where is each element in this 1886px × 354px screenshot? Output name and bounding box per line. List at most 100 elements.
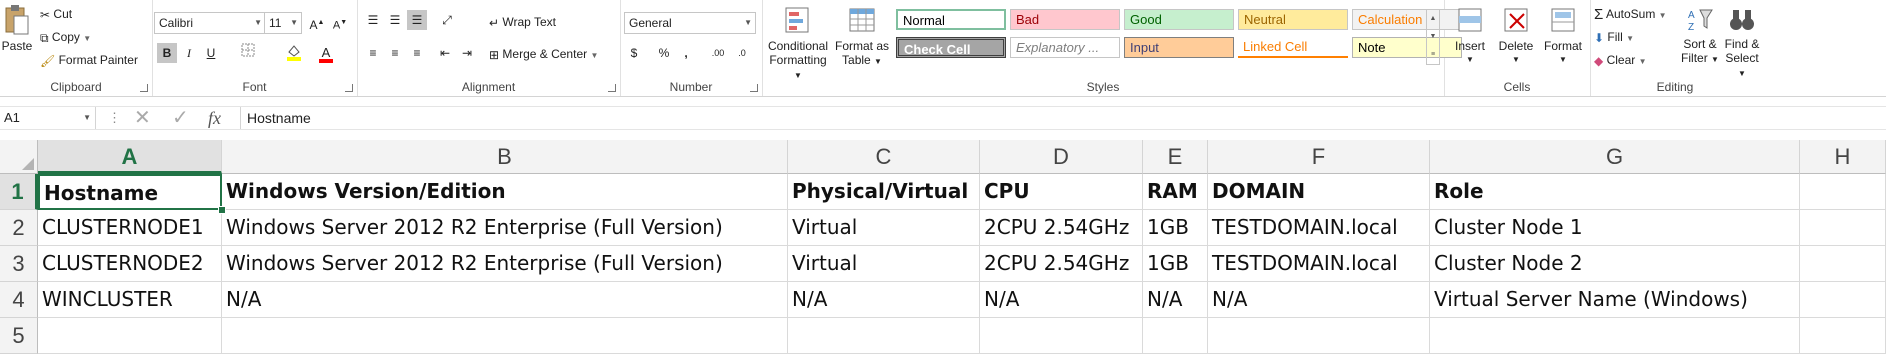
sort-filter-button[interactable]: AZ Sort & Filter ▼ [1680,6,1720,67]
number-dialog-launcher[interactable] [750,84,758,92]
align-left-button[interactable]: ≡ [363,43,383,63]
cell-h2[interactable] [1800,210,1886,246]
format-button[interactable]: Format ▼ [1540,6,1586,67]
font-dialog-launcher[interactable] [345,84,353,92]
cell-e5[interactable] [1143,318,1208,354]
cell-a5[interactable] [38,318,222,354]
bottom-align-button[interactable]: ☰ [407,10,427,30]
cell-f3[interactable]: TESTDOMAIN.local [1208,246,1430,282]
cell-a4[interactable]: WINCLUSTER [38,282,222,318]
cancel-entry-icon[interactable]: ✕ [134,107,151,129]
column-header-c[interactable]: C [788,140,980,174]
percent-style-button[interactable]: % [654,43,674,63]
column-header-f[interactable]: F [1208,140,1430,174]
cell-b4[interactable]: N/A [222,282,788,318]
font-size-select[interactable]: 11 ▼ [264,12,302,34]
cell-b3[interactable]: Windows Server 2012 R2 Enterprise (Full … [222,246,788,282]
number-format-select[interactable]: General ▼ [624,12,756,34]
orientation-button[interactable]: ⤢ [437,10,457,30]
row-header-4[interactable]: 4 [0,282,38,318]
column-header-e[interactable]: E [1143,140,1208,174]
cell-g4[interactable]: Virtual Server Name (Windows) [1430,282,1800,318]
cell-a2[interactable]: CLUSTERNODE1 [38,210,222,246]
align-right-button[interactable]: ≡ [407,43,427,63]
middle-align-button[interactable]: ☰ [385,10,405,30]
format-as-table-button[interactable]: Format as Table ▼ [834,6,890,69]
comma-style-button[interactable]: , [676,43,696,63]
decrease-indent-button[interactable]: ⇤ [435,43,455,63]
cell-d4[interactable]: N/A [980,282,1143,318]
increase-indent-button[interactable]: ⇥ [457,43,477,63]
find-select-button[interactable]: Find & Select ▼ [1722,6,1762,81]
shrink-font-button[interactable]: A▼ [330,13,350,33]
cell-g5[interactable] [1430,318,1800,354]
cell-a1[interactable]: Hostname [38,174,222,210]
select-all-corner[interactable] [0,140,38,174]
cell-a3[interactable]: CLUSTERNODE2 [38,246,222,282]
cell-f5[interactable] [1208,318,1430,354]
conditional-formatting-button[interactable]: Conditional Formatting ▼ [766,6,830,83]
cell-d3[interactable]: 2CPU 2.54GHz [980,246,1143,282]
insert-button[interactable]: Insert ▼ [1448,6,1492,67]
cell-c2[interactable]: Virtual [788,210,980,246]
cell-h4[interactable] [1800,282,1886,318]
cell-style-normal[interactable]: Normal [896,9,1006,30]
cell-b5[interactable] [222,318,788,354]
font-color-button[interactable]: A [316,43,336,63]
accounting-format-button[interactable]: $ [624,43,644,63]
top-align-button[interactable]: ☰ [363,10,383,30]
gallery-scroll[interactable]: ▲ ▼ ≡ [1426,9,1440,65]
row-header-1[interactable]: 1 [0,174,38,210]
align-center-button[interactable]: ≡ [385,43,405,63]
cell-f2[interactable]: TESTDOMAIN.local [1208,210,1430,246]
column-header-h[interactable]: H [1800,140,1886,174]
insert-function-button[interactable]: fx [208,107,221,129]
copy-button[interactable]: ⧉ Copy ▼ [40,29,91,47]
enter-entry-icon[interactable]: ✓ [172,107,189,129]
paste-button[interactable]: Paste [0,4,34,53]
cell-d2[interactable]: 2CPU 2.54GHz [980,210,1143,246]
grow-font-button[interactable]: A▲ [307,13,327,33]
row-header-5[interactable]: 5 [0,318,38,354]
row-header-2[interactable]: 2 [0,210,38,246]
wrap-text-button[interactable]: ↵ Wrap Text [489,14,556,31]
cell-f1[interactable]: DOMAIN [1208,174,1430,210]
fill-color-button[interactable] [284,43,304,63]
format-painter-button[interactable]: 🖌 Format Painter [40,52,138,69]
cell-e3[interactable]: 1GB [1143,246,1208,282]
name-box[interactable]: A1 ▼ [0,107,96,129]
cell-style-linked-cell[interactable]: Linked Cell [1238,37,1348,58]
cell-h5[interactable] [1800,318,1886,354]
cell-b1[interactable]: Windows Version/Edition [222,174,788,210]
cell-c3[interactable]: Virtual [788,246,980,282]
row-header-3[interactable]: 3 [0,246,38,282]
alignment-dialog-launcher[interactable] [608,84,616,92]
cell-style-input[interactable]: Input [1124,37,1234,58]
column-header-g[interactable]: G [1430,140,1800,174]
cell-style-explanatory[interactable]: Explanatory ... [1010,37,1120,58]
formula-input[interactable]: Hostname [240,107,1886,129]
italic-button[interactable]: I [179,43,199,63]
cell-c5[interactable] [788,318,980,354]
merge-center-button[interactable]: ⊞ Merge & Center ▼ [489,46,598,64]
borders-button[interactable] [238,43,258,63]
cell-g1[interactable]: Role [1430,174,1800,210]
cell-b2[interactable]: Windows Server 2012 R2 Enterprise (Full … [222,210,788,246]
autosum-button[interactable]: Σ AutoSum ▼ [1594,6,1667,24]
column-header-a[interactable]: A [38,140,222,174]
delete-button[interactable]: Delete ▼ [1494,6,1538,67]
cell-d1[interactable]: CPU [980,174,1143,210]
column-header-b[interactable]: B [222,140,788,174]
cell-style-neutral[interactable]: Neutral [1238,9,1348,30]
cell-d5[interactable] [980,318,1143,354]
cell-e2[interactable]: 1GB [1143,210,1208,246]
cell-style-check-cell[interactable]: Check Cell [896,37,1006,58]
cell-g2[interactable]: Cluster Node 1 [1430,210,1800,246]
cut-button[interactable]: ✂ Cut [40,6,72,23]
clipboard-dialog-launcher[interactable] [140,84,148,92]
cell-g3[interactable]: Cluster Node 2 [1430,246,1800,282]
fill-button[interactable]: ⬇ Fill ▼ [1594,29,1634,47]
cell-c1[interactable]: Physical/Virtual [788,174,980,210]
bold-button[interactable]: B [157,43,177,63]
decrease-decimal-button[interactable]: .0 [732,43,752,63]
